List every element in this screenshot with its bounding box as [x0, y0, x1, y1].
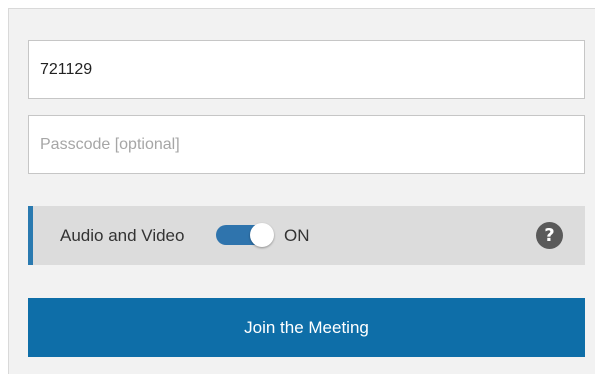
help-icon[interactable]: ?	[536, 222, 563, 249]
toggle-state-label: ON	[284, 226, 310, 245]
join-meeting-button[interactable]: Join the Meeting	[28, 298, 585, 357]
audio-video-row: Audio and Video ON ?	[28, 206, 585, 265]
passcode-input[interactable]	[28, 115, 585, 174]
audio-video-label: Audio and Video	[60, 226, 185, 245]
toggle-knob	[250, 223, 274, 247]
audio-video-toggle[interactable]	[216, 223, 274, 247]
meeting-id-input[interactable]	[28, 40, 585, 99]
